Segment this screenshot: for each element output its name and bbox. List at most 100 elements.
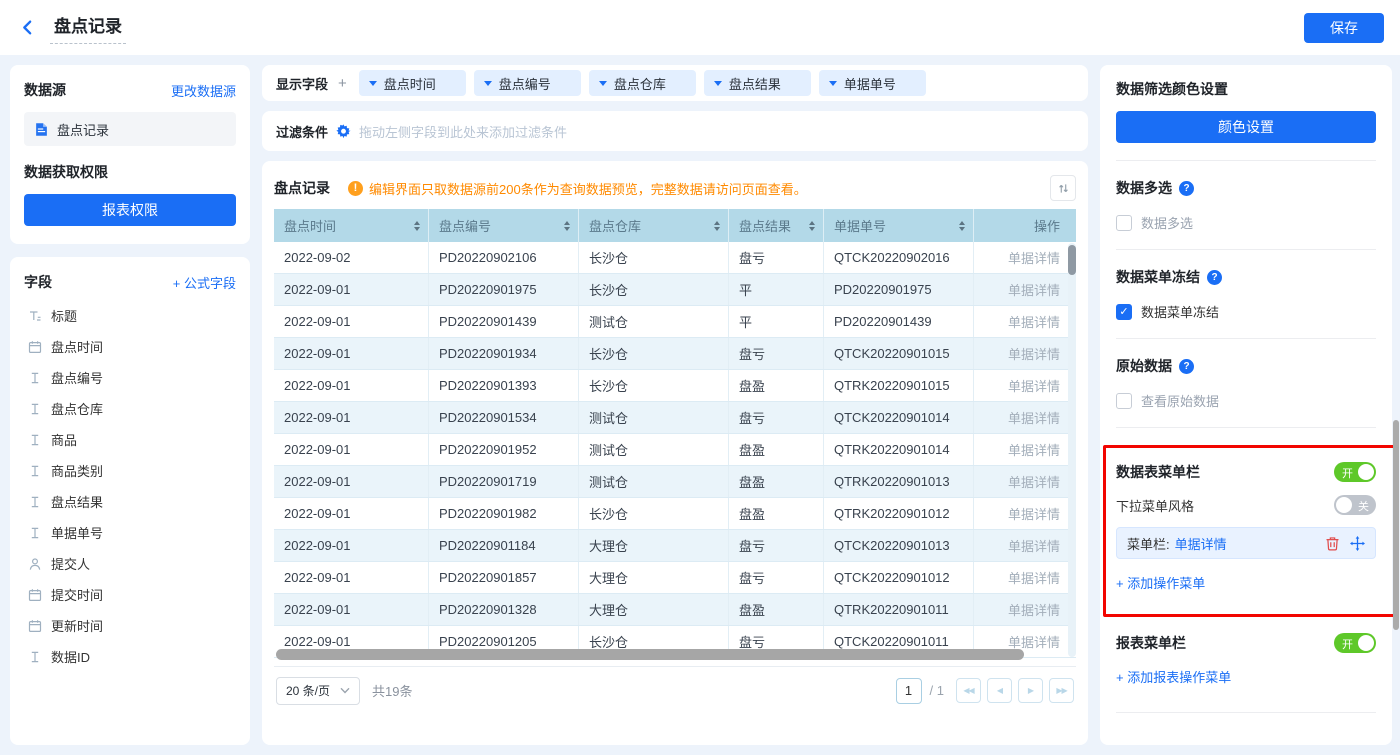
menu-freeze-checkbox-row[interactable]: ✓ 数据菜单冻结	[1116, 302, 1376, 321]
cell-check-code: PD20220901393	[429, 370, 579, 401]
content-area: 数据源 更改数据源 盘点记录 数据获取权限 报表权限 字段 + 公式字段 标题	[0, 55, 1400, 755]
datasource-item[interactable]: 盘点记录	[24, 112, 236, 146]
current-page-input[interactable]: 1	[896, 678, 922, 704]
doc-detail-link[interactable]: 单据详情	[1008, 344, 1060, 363]
vertical-scrollbar-thumb[interactable]	[1068, 245, 1076, 275]
add-action-menu-link[interactable]: + 添加操作菜单	[1116, 573, 1376, 592]
doc-detail-link[interactable]: 单据详情	[1008, 568, 1060, 587]
add-display-field-icon[interactable]: +	[338, 75, 347, 92]
checkbox[interactable]: ✓	[1116, 393, 1132, 409]
doc-detail-link[interactable]: 单据详情	[1008, 312, 1060, 331]
sort-arrows-icon[interactable]	[714, 218, 720, 234]
doc-detail-link[interactable]: 单据详情	[1008, 248, 1060, 267]
field-item[interactable]: 商品	[24, 424, 236, 455]
report-menu-toggle[interactable]: 开	[1334, 633, 1376, 653]
raw-data-checkbox-row[interactable]: ✓ 查看原始数据	[1116, 391, 1376, 410]
checkbox[interactable]: ✓	[1116, 304, 1132, 320]
back-icon[interactable]	[16, 17, 38, 39]
fields-panel: 字段 + 公式字段 标题 盘点时间	[10, 257, 250, 745]
doc-detail-link[interactable]: 单据详情	[1008, 600, 1060, 619]
field-chip[interactable]: 盘点仓库	[589, 70, 696, 96]
trash-icon[interactable]	[1325, 536, 1340, 551]
doc-detail-link[interactable]: 单据详情	[1008, 280, 1060, 299]
doc-detail-link[interactable]: 单据详情	[1008, 504, 1060, 523]
field-item[interactable]: 盘点仓库	[24, 393, 236, 424]
text-field-icon	[28, 433, 42, 447]
cell-check-date: 2022-09-01	[274, 466, 429, 497]
menu-freeze-checkbox-label: 数据菜单冻结	[1141, 302, 1219, 321]
prev-page-button[interactable]: ◀	[987, 678, 1012, 703]
table-row: 2022-09-01 PD20220901534 测试仓 盘亏 QTCK2022…	[274, 402, 1076, 434]
calendar-icon	[28, 619, 42, 633]
help-icon[interactable]: ?	[1179, 359, 1194, 374]
cell-check-code: PD20220901184	[429, 530, 579, 561]
first-page-button[interactable]: ◀◀	[956, 678, 981, 703]
field-chip[interactable]: 盘点结果	[704, 70, 811, 96]
field-chip[interactable]: 盘点时间	[359, 70, 466, 96]
page-size-select[interactable]: 20 条/页	[276, 677, 360, 705]
last-page-button[interactable]: ▶▶	[1049, 678, 1074, 703]
field-item[interactable]: 盘点时间	[24, 331, 236, 362]
cell-check-date: 2022-09-01	[274, 530, 429, 561]
field-item[interactable]: 提交人	[24, 548, 236, 579]
report-permission-button[interactable]: 报表权限	[24, 194, 236, 226]
help-icon[interactable]: ?	[1179, 181, 1194, 196]
field-item[interactable]: 单据单号	[24, 517, 236, 548]
multi-select-checkbox-row[interactable]: ✓ 数据多选	[1116, 213, 1376, 232]
color-settings-button[interactable]: 颜色设置	[1116, 111, 1376, 143]
page-title[interactable]: 盘点记录	[50, 12, 126, 44]
doc-detail-link[interactable]: 单据详情	[1008, 376, 1060, 395]
horizontal-scrollbar-thumb[interactable]	[276, 649, 1024, 660]
page-scrollbar-thumb[interactable]	[1393, 420, 1399, 630]
field-item[interactable]: 盘点结果	[24, 486, 236, 517]
column-header[interactable]: 盘点结果	[729, 209, 824, 242]
cell-check-date: 2022-09-01	[274, 434, 429, 465]
dropdown-style-toggle[interactable]: 关	[1334, 495, 1376, 515]
column-header[interactable]: 盘点编号	[429, 209, 579, 242]
sort-arrows-icon[interactable]	[809, 218, 815, 234]
table-row: 2022-09-01 PD20220901184 大理仓 盘亏 QTCK2022…	[274, 530, 1076, 562]
datasource-title: 数据源	[24, 80, 66, 100]
field-item[interactable]: 更新时间	[24, 610, 236, 641]
table-row: 2022-09-01 PD20220901975 长沙仓 平 PD2022090…	[274, 274, 1076, 306]
column-header[interactable]: 盘点仓库	[579, 209, 729, 242]
doc-detail-link[interactable]: 单据详情	[1008, 536, 1060, 555]
move-icon[interactable]	[1350, 536, 1365, 551]
sort-arrows-icon[interactable]	[414, 218, 420, 234]
filter-bar[interactable]: 过滤条件 拖动左侧字段到此处来添加过滤条件	[262, 111, 1088, 151]
field-item[interactable]: 商品类别	[24, 455, 236, 486]
multi-select-title: 数据多选	[1116, 178, 1172, 198]
table-menu-toggle[interactable]: 开	[1334, 462, 1376, 482]
gear-icon[interactable]	[336, 124, 351, 139]
doc-detail-link[interactable]: 单据详情	[1008, 408, 1060, 427]
help-icon[interactable]: ?	[1207, 270, 1222, 285]
doc-detail-link[interactable]: 单据详情	[1008, 440, 1060, 459]
sort-arrows-icon[interactable]	[959, 218, 965, 234]
cell-check-date: 2022-09-01	[274, 594, 429, 625]
table-vertical-scrollbar[interactable]	[1068, 243, 1076, 657]
column-header[interactable]: 操作	[974, 209, 1076, 242]
chevron-down-icon	[829, 81, 837, 90]
row-height-sort-button[interactable]	[1050, 175, 1076, 201]
doc-detail-link[interactable]: 单据详情	[1008, 472, 1060, 491]
add-formula-field-link[interactable]: + 公式字段	[173, 273, 236, 292]
field-chip[interactable]: 盘点编号	[474, 70, 581, 96]
field-item[interactable]: 盘点编号	[24, 362, 236, 393]
field-item[interactable]: 提交时间	[24, 579, 236, 610]
column-header[interactable]: 单据单号	[824, 209, 974, 242]
field-item[interactable]: 标题	[24, 300, 236, 331]
next-page-button[interactable]: ▶	[1018, 678, 1043, 703]
cell-check-date: 2022-09-01	[274, 370, 429, 401]
field-item[interactable]: 数据ID	[24, 641, 236, 672]
table-title: 盘点记录	[274, 178, 330, 198]
top-bar: 盘点记录 保存	[0, 0, 1400, 55]
checkbox[interactable]: ✓	[1116, 215, 1132, 231]
field-chip[interactable]: 单据单号	[819, 70, 926, 96]
menu-bar-value-link[interactable]: 单据详情	[1175, 534, 1227, 553]
column-header[interactable]: 盘点时间	[274, 209, 429, 242]
add-report-action-menu-link[interactable]: + 添加报表操作菜单	[1116, 667, 1376, 686]
save-button[interactable]: 保存	[1304, 13, 1384, 43]
table-horizontal-scrollbar[interactable]	[274, 649, 1076, 660]
change-datasource-link[interactable]: 更改数据源	[171, 81, 236, 100]
sort-arrows-icon[interactable]	[564, 218, 570, 234]
